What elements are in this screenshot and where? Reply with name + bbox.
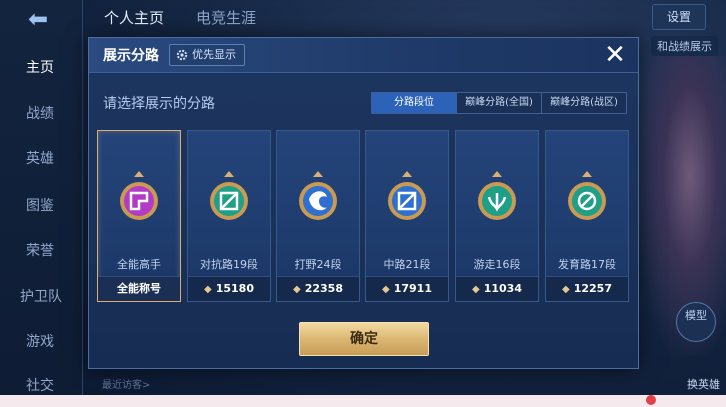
farm-lane-badge-icon xyxy=(568,171,606,220)
priority-display-button[interactable]: 优先显示 xyxy=(169,44,245,66)
jungle-badge-icon xyxy=(299,171,337,220)
lane-score: ◆ 17911 xyxy=(366,276,448,301)
rank-points-icon: ◆ xyxy=(472,284,480,295)
nav-item-honor[interactable]: 荣誉 xyxy=(0,239,82,263)
lane-score-value: 15180 xyxy=(215,282,254,295)
lane-card-roam[interactable]: 游走16段 ◆ 11034 xyxy=(455,130,539,302)
lane-name: 打野24段 xyxy=(294,258,342,271)
lane-score: ◆ 15180 xyxy=(188,276,270,301)
footer-strip xyxy=(0,395,726,407)
lane-filter-tabs: 分路段位 巅峰分路(全国) 巅峰分路(战区) xyxy=(371,92,627,114)
switch-hero-button[interactable]: 换英雄 xyxy=(687,376,720,392)
tab-esports[interactable]: 电竞生涯 xyxy=(196,6,256,30)
roam-badge-icon xyxy=(478,171,516,220)
model-button[interactable]: 模型 xyxy=(676,302,716,342)
lane-name: 发育路17段 xyxy=(558,258,616,271)
lane-card-mid[interactable]: 中路21段 ◆ 17911 xyxy=(365,130,449,302)
lane-name: 全能高手 xyxy=(117,258,161,271)
lane-score-value: 12257 xyxy=(573,282,612,295)
nav-item-home[interactable]: 主页 xyxy=(0,56,82,80)
lane-card-list: 全能高手 全能称号 对抗路19段 ◆ 15180 打野24段 ◆ 22358 中… xyxy=(97,130,630,302)
tab-lane-rank[interactable]: 分路段位 xyxy=(372,93,456,113)
lane-score-value: 17911 xyxy=(393,282,432,295)
lane-score: ◆ 11034 xyxy=(456,276,538,301)
nav-item-record[interactable]: 战绩 xyxy=(0,102,82,126)
close-icon[interactable]: ✕ xyxy=(600,40,630,70)
lane-card-clash[interactable]: 对抗路19段 ◆ 15180 xyxy=(187,130,271,302)
lane-score: ◆ 22358 xyxy=(277,276,359,301)
lane-card-farm[interactable]: 发育路17段 ◆ 12257 xyxy=(545,130,629,302)
lane-name: 游走16段 xyxy=(473,258,521,271)
lane-score-value: 11034 xyxy=(483,282,522,295)
share-display-link[interactable]: 和战绩展示 xyxy=(651,36,718,56)
dialog-title: 展示分路 xyxy=(103,48,159,64)
clash-lane-badge-icon xyxy=(210,171,248,220)
rank-points-icon: ◆ xyxy=(293,284,301,295)
display-lane-dialog: 展示分路 优先显示 ✕ 请选择展示的分路 分路段位 巅峰分路(全国) 巅峰分路(… xyxy=(88,37,639,369)
lane-score: ◆ 12257 xyxy=(546,276,628,301)
nav-item-hero[interactable]: 英雄 xyxy=(0,147,82,171)
lane-footer: 全能称号 xyxy=(98,276,180,301)
lane-score-value: 22358 xyxy=(304,282,343,295)
all-round-badge-icon xyxy=(120,171,158,220)
mid-lane-badge-icon xyxy=(388,171,426,220)
lane-name: 中路21段 xyxy=(383,258,431,271)
left-nav: ⬅ 主页 战绩 英雄 图鉴 荣誉 护卫队 游戏 社交 xyxy=(0,0,83,407)
rank-points-icon: ◆ xyxy=(562,284,570,295)
gear-icon xyxy=(176,49,188,61)
model-label: 模型 xyxy=(685,309,707,322)
nav-item-codex[interactable]: 图鉴 xyxy=(0,194,82,218)
tab-peak-national[interactable]: 巅峰分路(全国) xyxy=(456,93,541,113)
lane-name: 对抗路19段 xyxy=(200,258,258,271)
lane-card-jungle[interactable]: 打野24段 ◆ 22358 xyxy=(276,130,360,302)
nav-item-game[interactable]: 游戏 xyxy=(0,330,82,354)
recent-visitors-link[interactable]: 最近访客> xyxy=(102,376,150,391)
back-icon[interactable]: ⬅ xyxy=(18,6,58,32)
nav-item-guard[interactable]: 护卫队 xyxy=(0,285,82,309)
dialog-header: 展示分路 优先显示 ✕ xyxy=(89,38,638,73)
confirm-button[interactable]: 确定 xyxy=(299,322,429,356)
tab-profile[interactable]: 个人主页 xyxy=(104,6,164,30)
rank-points-icon: ◆ xyxy=(382,284,390,295)
tab-peak-region[interactable]: 巅峰分路(战区) xyxy=(541,93,626,113)
notification-dot xyxy=(646,395,656,405)
rank-points-icon: ◆ xyxy=(204,284,212,295)
dialog-prompt: 请选择展示的分路 xyxy=(103,96,215,112)
lane-card-all-round[interactable]: 全能高手 全能称号 xyxy=(97,130,181,302)
settings-button[interactable]: 设置 xyxy=(652,4,706,30)
priority-label: 优先显示 xyxy=(192,48,236,61)
